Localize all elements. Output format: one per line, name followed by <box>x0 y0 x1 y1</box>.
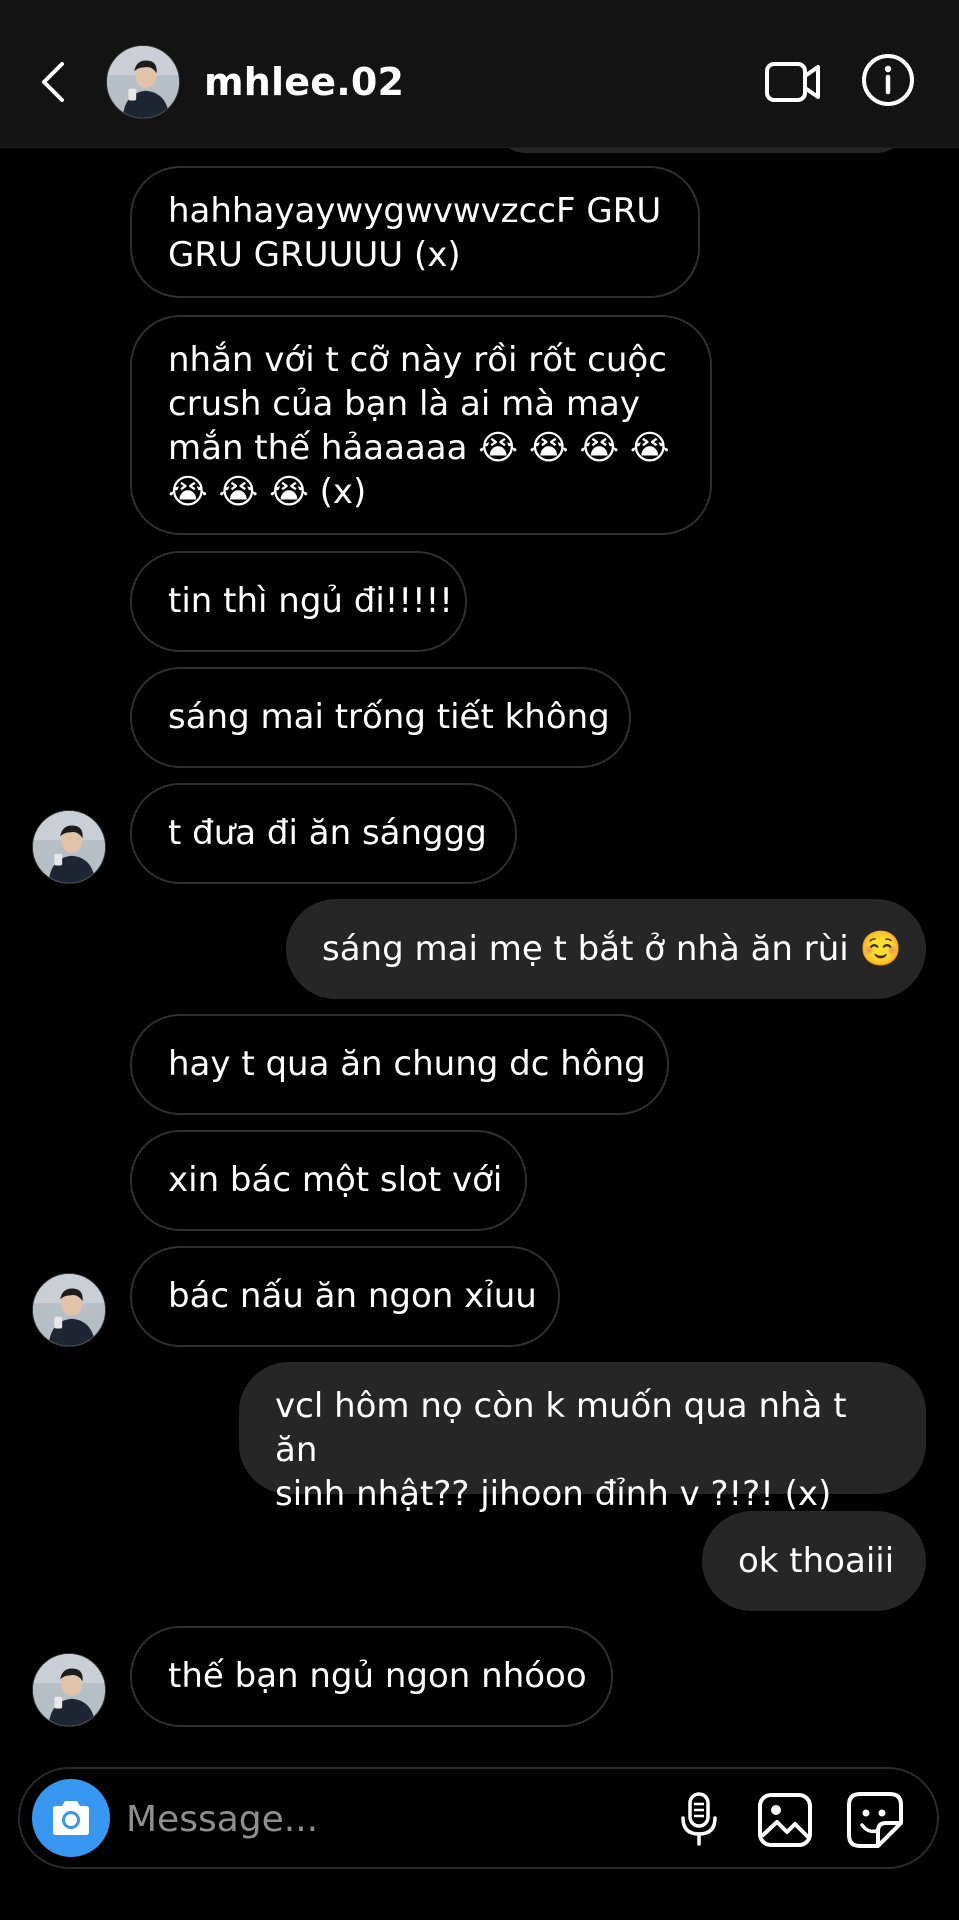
microphone-icon <box>681 1792 717 1846</box>
message-incoming[interactable]: hahhayaywygwvwvzccF GRU GRU GRUUUU (x) <box>130 166 700 298</box>
sender-avatar[interactable] <box>32 1273 106 1347</box>
message-incoming[interactable]: bác nấu ăn ngon xỉuu <box>130 1246 560 1347</box>
message-incoming[interactable]: sáng mai trống tiết không <box>130 667 631 768</box>
chevron-left-icon <box>42 62 64 102</box>
contact-avatar[interactable] <box>106 45 180 119</box>
microphone-button[interactable] <box>668 1789 730 1851</box>
message-text: nhắn với t cỡ này rồi rốt cuộc crush của… <box>168 340 670 512</box>
message-text: xin bác một slot với <box>168 1160 503 1200</box>
sticker-icon <box>847 1792 903 1848</box>
sender-avatar[interactable] <box>32 1653 106 1727</box>
sender-avatar[interactable] <box>32 810 106 884</box>
info-icon <box>862 54 914 106</box>
message-composer <box>18 1767 939 1869</box>
message-incoming[interactable]: t đưa đi ăn sánggg <box>130 783 517 884</box>
message-text: thế bạn ngủ ngon nhóoo <box>168 1656 587 1696</box>
message-outgoing[interactable]: sáng mai mẹ t bắt ở nhà ăn rùi ☺️ <box>286 899 926 999</box>
video-call-button[interactable] <box>762 52 824 112</box>
message-incoming[interactable]: tin thì ngủ đi!!!!! <box>130 551 467 652</box>
message-incoming[interactable]: nhắn với t cỡ này rồi rốt cuộc crush của… <box>130 315 712 535</box>
message-text: sáng mai trống tiết không <box>168 697 610 737</box>
message-text: ok thoaiii <box>738 1541 895 1581</box>
message-text: hay t qua ăn chung dc hông <box>168 1044 646 1084</box>
message-outgoing[interactable]: ok thoaiii <box>702 1511 926 1611</box>
message-incoming[interactable]: thế bạn ngủ ngon nhóoo <box>130 1626 613 1727</box>
video-camera-icon <box>765 62 820 102</box>
message-incoming[interactable]: hay t qua ăn chung dc hông <box>130 1014 669 1115</box>
message-text: bác nấu ăn ngon xỉuu <box>168 1276 537 1316</box>
chat-header: mhlee.02 <box>0 0 959 148</box>
message-text: vcl hôm nọ còn k muốn qua nhà t ăn sinh … <box>275 1386 847 1514</box>
message-input[interactable] <box>126 1791 666 1847</box>
message-text: tin thì ngủ đi!!!!! <box>168 581 453 621</box>
back-button[interactable] <box>30 50 74 114</box>
message-text: hahhayaywygwvwvzccF GRU GRU GRUUUU (x) <box>168 191 662 275</box>
camera-icon <box>53 1801 89 1835</box>
gallery-button[interactable] <box>754 1789 816 1851</box>
gallery-icon <box>758 1793 812 1847</box>
camera-button[interactable] <box>32 1779 110 1857</box>
contact-username[interactable]: mhlee.02 <box>204 56 404 108</box>
message-incoming[interactable]: xin bác một slot với <box>130 1130 527 1231</box>
sticker-button[interactable] <box>844 1789 906 1851</box>
message-text: t đưa đi ăn sánggg <box>168 813 487 853</box>
info-button[interactable] <box>858 50 918 110</box>
message-text: sáng mai mẹ t bắt ở nhà ăn rùi ☺️ <box>322 929 902 969</box>
dm-screen: mhlee.02 hahhayaywygwvwvzccF GRU GRU GRU… <box>0 0 959 1920</box>
message-outgoing[interactable]: vcl hôm nọ còn k muốn qua nhà t ăn sinh … <box>239 1362 926 1514</box>
